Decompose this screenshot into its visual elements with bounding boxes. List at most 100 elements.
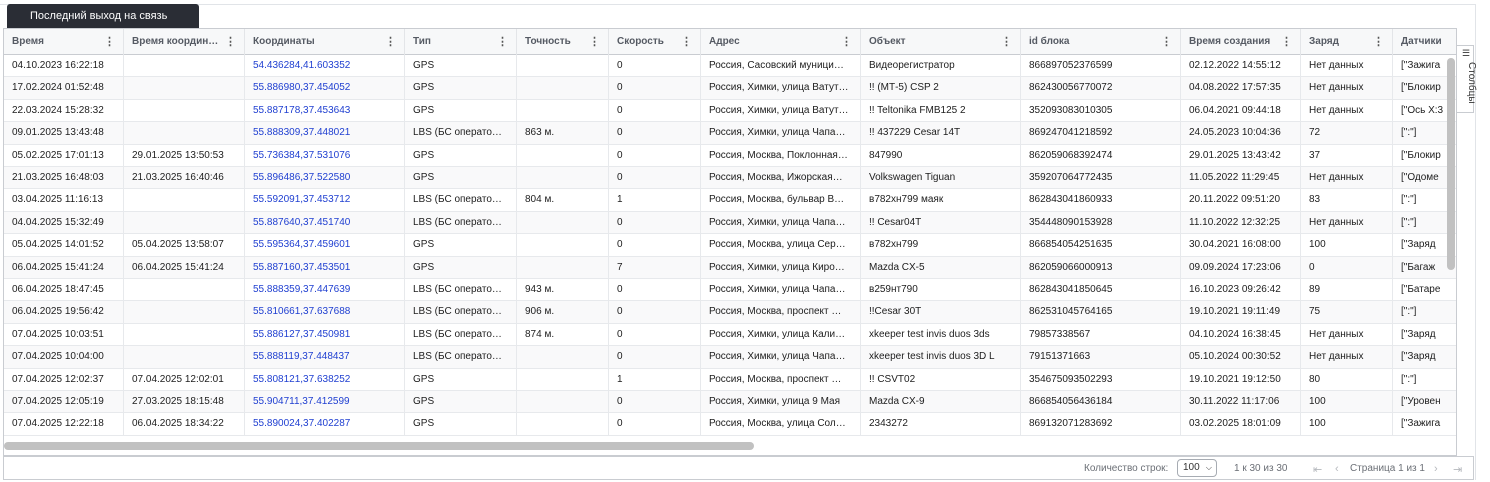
rows-per-page-select[interactable]: 100 ⌵: [1177, 459, 1217, 477]
cell-accuracy: [517, 234, 609, 257]
column-menu-icon[interactable]: ⋮: [681, 29, 692, 55]
cell-coordinates[interactable]: 55.808121,37.638252: [245, 368, 405, 391]
cell-coordinates[interactable]: 55.888119,37.448437: [245, 346, 405, 369]
table-row[interactable]: 17.02.2024 01:52:48 55.886980,37.454052 GP…: [4, 77, 1456, 100]
cell-coordinates[interactable]: 54.436284,41.603352: [245, 55, 405, 77]
column-menu-icon[interactable]: ⋮: [1161, 29, 1172, 55]
cell-time: 04.10.2023 16:22:18: [4, 55, 124, 77]
cell-speed: 0: [609, 211, 701, 234]
cell-type: LBS (БС операто…: [405, 279, 517, 301]
table-row[interactable]: 03.04.2025 11:16:13 55.592091,37.453712 LB…: [4, 189, 1456, 212]
cell-coordinates[interactable]: 55.888359,37.447639: [245, 279, 405, 301]
column-header-type[interactable]: Тип ⋮: [405, 29, 517, 55]
column-header-block-id[interactable]: id блока ⋮: [1021, 29, 1181, 55]
cell-charge: 75: [1301, 301, 1393, 324]
column-menu-icon[interactable]: ⋮: [1281, 29, 1292, 55]
column-header-charge[interactable]: Заряд ⋮: [1301, 29, 1393, 55]
column-menu-icon[interactable]: ⋮: [385, 29, 396, 55]
column-header-coordinates[interactable]: Координаты ⋮: [245, 29, 405, 55]
table-row[interactable]: 07.04.2025 12:22:18 06.04.2025 18:34:22 55…: [4, 413, 1456, 436]
column-menu-icon[interactable]: ⋮: [841, 29, 852, 55]
cell-created-time: 02.12.2022 14:55:12: [1181, 55, 1301, 77]
cell-created-time: 30.11.2022 11:17:06: [1181, 391, 1301, 413]
column-header-coord-time[interactable]: Время координ… ⋮: [124, 29, 245, 55]
cell-coordinates[interactable]: 55.887160,37.453501: [245, 256, 405, 279]
cell-coordinates[interactable]: 55.888309,37.448021: [245, 122, 405, 145]
cell-block-id: 862430056770072: [1021, 77, 1181, 100]
cell-block-id: 354448090153928: [1021, 211, 1181, 234]
prev-page-icon[interactable]: ‹: [1335, 463, 1339, 475]
cell-speed: 0: [609, 144, 701, 167]
cell-coordinates[interactable]: 55.886127,37.450981: [245, 323, 405, 346]
cell-address: Россия, Москва, Поклонная…: [701, 144, 861, 167]
table-row[interactable]: 07.04.2025 12:05:19 27.03.2025 18:15:48 55…: [4, 391, 1456, 414]
cell-type: GPS: [405, 391, 517, 413]
column-header-time[interactable]: Время ⋮: [4, 29, 124, 55]
cell-charge: Нет данных: [1301, 77, 1393, 100]
column-header-speed[interactable]: Скорость ⋮: [609, 29, 701, 55]
column-menu-icon[interactable]: ⋮: [589, 29, 600, 55]
cell-created-time: 03.02.2025 18:01:09: [1181, 413, 1301, 436]
columns-panel-label[interactable]: Столбцы: [1466, 62, 1477, 104]
table-row[interactable]: 06.04.2025 15:41:24 06.04.2025 15:41:24 55…: [4, 256, 1456, 279]
table-row[interactable]: 04.04.2025 15:32:49 55.887640,37.451740 LB…: [4, 211, 1456, 235]
cell-coord-time: 21.03.2025 16:40:46: [124, 167, 245, 189]
table-row[interactable]: 04.10.2023 16:22:18 54.436284,41.603352 GP…: [4, 55, 1456, 78]
cell-coordinates[interactable]: 55.887640,37.451740: [245, 211, 405, 234]
cell-coord-time: [124, 301, 245, 324]
column-header-accuracy[interactable]: Точность ⋮: [517, 29, 609, 55]
cell-created-time: 20.11.2022 09:51:20: [1181, 189, 1301, 212]
column-menu-icon[interactable]: ⋮: [1001, 29, 1012, 55]
table-row[interactable]: 07.04.2025 12:02:37 07.04.2025 12:02:01 55…: [4, 368, 1456, 391]
vertical-scrollbar[interactable]: [1447, 58, 1455, 270]
cell-address: Россия, Москва, Ижорская…: [701, 167, 861, 189]
table-row[interactable]: 07.04.2025 10:04:00 55.888119,37.448437 LB…: [4, 346, 1456, 369]
table-row[interactable]: 06.04.2025 18:47:45 55.888359,37.447639 LB…: [4, 279, 1456, 302]
table-row[interactable]: 21.03.2025 16:48:03 21.03.2025 16:40:46 55…: [4, 167, 1456, 190]
cell-coordinates[interactable]: 55.736384,37.531076: [245, 144, 405, 167]
cell-block-id: 869247041218592: [1021, 122, 1181, 145]
cell-coord-time: [124, 323, 245, 346]
cell-block-id: 354675093502293: [1021, 368, 1181, 391]
first-page-icon[interactable]: ⇤: [1313, 463, 1322, 476]
cell-time: 07.04.2025 10:04:00: [4, 346, 124, 369]
cell-coordinates[interactable]: 55.890024,37.402287: [245, 413, 405, 436]
cell-coordinates[interactable]: 55.886980,37.454052: [245, 77, 405, 100]
column-menu-icon[interactable]: ⋮: [225, 29, 236, 55]
tab-last-connection[interactable]: Последний выход на связь: [7, 4, 199, 29]
column-header-created-time[interactable]: Время создания ⋮: [1181, 29, 1301, 55]
last-page-icon[interactable]: ⇥: [1453, 463, 1462, 476]
table-row[interactable]: 05.04.2025 14:01:52 05.04.2025 13:58:07 55…: [4, 234, 1456, 257]
column-header-address[interactable]: Адрес ⋮: [701, 29, 861, 55]
table-row[interactable]: 09.01.2025 13:43:48 55.888309,37.448021 LB…: [4, 122, 1456, 145]
cell-address: Россия, Москва, бульвар В…: [701, 189, 861, 212]
rows-count-label: Количество строк:: [1084, 463, 1169, 474]
cell-type: GPS: [405, 413, 517, 436]
cell-coordinates[interactable]: 55.810661,37.637688: [245, 301, 405, 324]
table-row[interactable]: 07.04.2025 10:03:51 55.886127,37.450981 LB…: [4, 323, 1456, 347]
cell-charge: Нет данных: [1301, 346, 1393, 369]
column-header-label: Объект: [869, 36, 906, 47]
cell-speed: 0: [609, 55, 701, 77]
cell-coordinates[interactable]: 55.595364,37.459601: [245, 234, 405, 257]
cell-coordinates[interactable]: 55.887178,37.453643: [245, 99, 405, 122]
cell-coordinates[interactable]: 55.904711,37.412599: [245, 391, 405, 413]
table-row[interactable]: 22.03.2024 15:28:32 55.887178,37.453643 GP…: [4, 99, 1456, 123]
column-header-label: id блока: [1029, 36, 1070, 47]
cell-coord-time: [124, 211, 245, 234]
cell-coord-time: 27.03.2025 18:15:48: [124, 391, 245, 413]
table-row[interactable]: 05.02.2025 17:01:13 29.01.2025 13:50:53 55…: [4, 144, 1456, 167]
column-menu-icon[interactable]: ⋮: [1373, 29, 1384, 55]
cell-object: !! (МТ-5) CSP 2: [861, 77, 1021, 100]
column-menu-icon[interactable]: ⋮: [497, 29, 508, 55]
column-header-sensors[interactable]: Датчики: [1393, 29, 1456, 55]
column-menu-icon[interactable]: ⋮: [104, 29, 115, 55]
cell-accuracy: [517, 77, 609, 100]
cell-coordinates[interactable]: 55.896486,37.522580: [245, 167, 405, 189]
next-page-icon[interactable]: ›: [1434, 463, 1438, 475]
table-row[interactable]: 06.04.2025 19:56:42 55.810661,37.637688 LB…: [4, 301, 1456, 324]
cell-coordinates[interactable]: 55.592091,37.453712: [245, 189, 405, 212]
horizontal-scrollbar[interactable]: [4, 442, 754, 450]
column-header-object[interactable]: Объект ⋮: [861, 29, 1021, 55]
range-text: 1 к 30 из 30: [1234, 463, 1288, 474]
